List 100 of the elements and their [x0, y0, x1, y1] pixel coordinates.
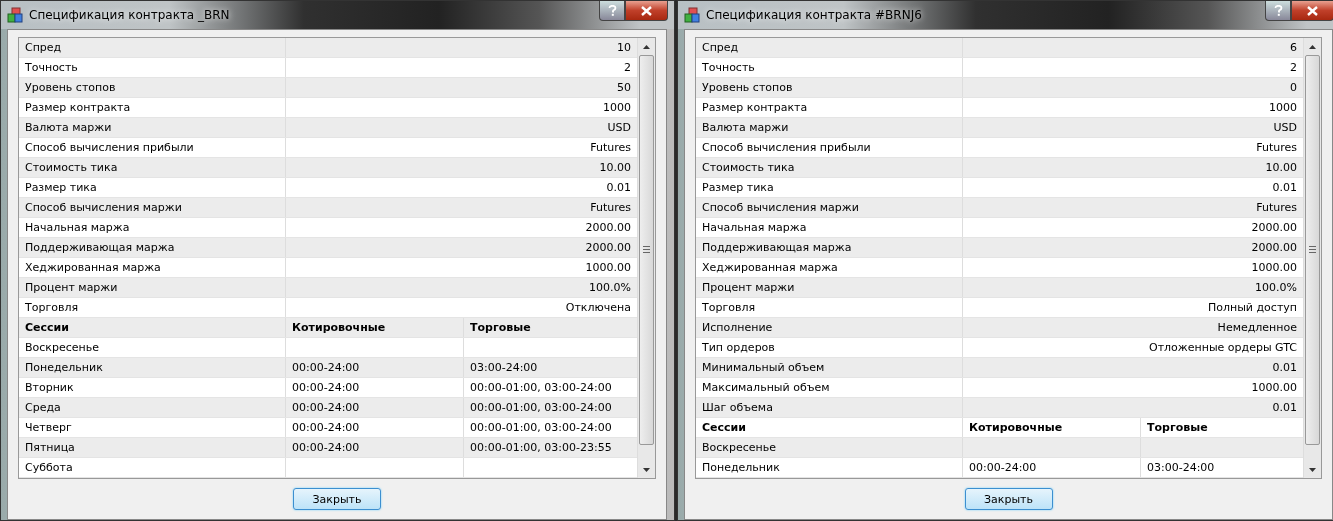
parameter-value: 2 — [623, 60, 632, 76]
parameter-value: 0.01 — [1271, 360, 1298, 376]
trade-session-cell-text: 00:00-01:00, 03:00-24:00 — [469, 400, 613, 416]
trade-session-cell-text: 00:00-01:00, 03:00-24:00 — [469, 380, 613, 396]
column-header: Торговые — [1146, 420, 1209, 436]
parameter-label: Торговля — [19, 298, 286, 317]
parameter-value: 6 — [1289, 40, 1298, 56]
parameter-value: 1000 — [1268, 100, 1298, 116]
parameter-value: Немедленное — [1216, 320, 1298, 336]
question-mark-icon — [607, 5, 617, 16]
parameter-label: Поддерживающая маржа — [696, 238, 963, 257]
parameter-label: Стоимость тика — [696, 158, 963, 177]
trade-session-cell-text: 03:00-24:00 — [1146, 460, 1216, 476]
quote-session-cell: 00:00-24:00 — [286, 438, 464, 457]
day-cell: Пятница — [19, 438, 286, 457]
parameter-value: USD — [606, 120, 632, 136]
trade-session-cell-text: 00:00-01:00, 03:00-23:55 — [469, 440, 613, 456]
close-button[interactable] — [625, 1, 668, 21]
parameter-label: Стоимость тика — [19, 158, 286, 177]
parameter-value: 2 — [1289, 60, 1298, 76]
quote-session-cell: 00:00-24:00 — [286, 378, 464, 397]
window-title: Спецификация контракта #BRNJ6 — [706, 8, 922, 22]
parameter-value: 2000.00 — [584, 220, 632, 236]
quote-session-cell: 00:00-24:00 — [963, 458, 1141, 477]
close-icon — [641, 5, 652, 16]
help-button[interactable] — [1265, 1, 1291, 21]
parameter-value: Futures — [1255, 140, 1298, 156]
parameter-label: Точность — [696, 58, 963, 77]
parameter-label: Размер контракта — [696, 98, 963, 117]
day-cell: Понедельник — [19, 358, 286, 377]
parameter-value: 2000.00 — [1250, 220, 1298, 236]
parameter-label: Способ вычисления прибыли — [696, 138, 963, 157]
parameter-label: Минимальный объем — [696, 358, 963, 377]
day-cell: Воскресенье — [696, 438, 963, 457]
parameter-label: Способ вычисления маржи — [19, 198, 286, 217]
column-header: Сессии — [696, 418, 963, 437]
window-title: Спецификация контракта _BRN — [29, 8, 230, 22]
parameter-value: Futures — [589, 200, 632, 216]
parameter-label: Начальная маржа — [19, 218, 286, 237]
quote-session-cell: 00:00-24:00 — [286, 358, 464, 377]
parameter-value: 0 — [1289, 80, 1298, 96]
parameter-value: 1000.00 — [1250, 380, 1298, 396]
question-mark-icon — [1273, 5, 1283, 16]
parameter-label: Размер контракта — [19, 98, 286, 117]
parameter-value: Futures — [1255, 200, 1298, 216]
parameter-value: 10.00 — [598, 160, 632, 176]
parameter-value: 0.01 — [1271, 180, 1298, 196]
parameter-value: Отложенные ордеры GTC — [1148, 340, 1298, 356]
parameter-label: Хеджированная маржа — [19, 258, 286, 277]
day-cell: Понедельник — [696, 458, 963, 477]
day-cell: Воскресенье — [19, 338, 286, 357]
parameter-label: Шаг объема — [696, 398, 963, 417]
parameter-value: 0.01 — [1271, 400, 1298, 416]
parameter-label: Торговля — [696, 298, 963, 317]
close-button[interactable] — [1291, 1, 1333, 21]
parameter-value: 100.0% — [588, 280, 632, 296]
parameter-label: Процент маржи — [696, 278, 963, 297]
blocks-icon — [684, 7, 700, 23]
parameter-value: 0.01 — [605, 180, 632, 196]
column-header: Сессии — [19, 318, 286, 337]
parameter-label: Процент маржи — [19, 278, 286, 297]
quote-session-cell: 00:00-24:00 — [286, 418, 464, 437]
parameter-value: Отключена — [564, 300, 632, 316]
parameter-label: Хеджированная маржа — [696, 258, 963, 277]
close-icon — [1307, 5, 1318, 16]
parameter-value: Полный доступ — [1206, 300, 1298, 316]
close-dialog-button[interactable]: Закрыть — [964, 488, 1053, 510]
scroll-thumb[interactable] — [1305, 55, 1320, 445]
day-cell: Вторник — [19, 378, 286, 397]
parameter-label: Исполнение — [696, 318, 963, 337]
parameter-value: 100.0% — [1254, 280, 1298, 296]
column-header: Торговые — [469, 320, 532, 336]
parameter-label: Размер тика — [696, 178, 963, 197]
trade-session-cell-text: 00:00-01:00, 03:00-24:00 — [469, 420, 613, 436]
parameter-label: Точность — [19, 58, 286, 77]
parameter-label: Уровень стопов — [19, 78, 286, 97]
parameter-label: Валюта маржи — [19, 118, 286, 137]
parameter-value: 2000.00 — [584, 240, 632, 256]
parameter-value: 1000.00 — [584, 260, 632, 276]
parameter-value: 10 — [616, 40, 632, 56]
blocks-icon — [7, 7, 23, 23]
parameter-label: Уровень стопов — [696, 78, 963, 97]
help-button[interactable] — [599, 1, 625, 21]
close-dialog-button[interactable]: Закрыть — [293, 488, 381, 510]
scroll-thumb[interactable] — [639, 55, 654, 445]
parameter-value: USD — [1272, 120, 1298, 136]
day-cell: Среда — [19, 398, 286, 417]
parameter-value: 50 — [616, 80, 632, 96]
quote-session-cell: 00:00-24:00 — [286, 398, 464, 417]
day-cell: Четверг — [19, 418, 286, 437]
parameter-label: Способ вычисления маржи — [696, 198, 963, 217]
parameter-label: Спред — [19, 38, 286, 57]
parameter-label: Поддерживающая маржа — [19, 238, 286, 257]
scrollbar[interactable] — [637, 38, 655, 478]
parameter-label: Спред — [696, 38, 963, 57]
scrollbar[interactable] — [1303, 38, 1321, 478]
parameter-label: Тип ордеров — [696, 338, 963, 357]
parameter-value: 10.00 — [1264, 160, 1298, 176]
parameter-label: Максимальный объем — [696, 378, 963, 397]
parameter-value: 2000.00 — [1250, 240, 1298, 256]
